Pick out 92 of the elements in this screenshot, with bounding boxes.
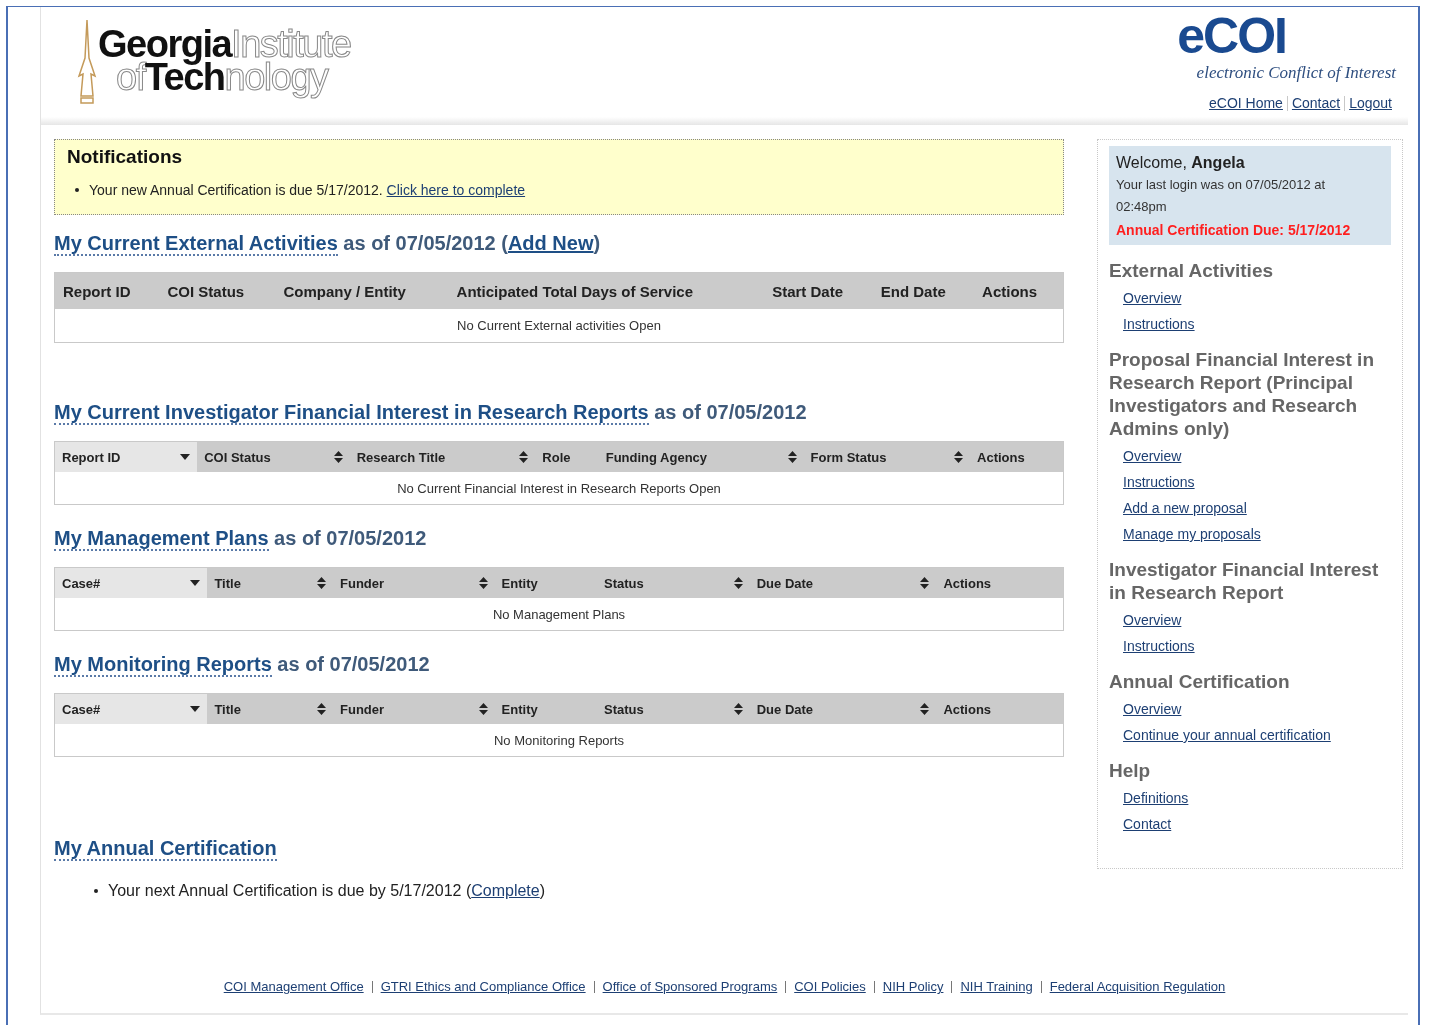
bullet-icon [94, 889, 98, 893]
sort-icon[interactable] [519, 451, 529, 463]
sidebar-heading: Annual Certification [1109, 670, 1290, 693]
sort-icon[interactable] [787, 451, 797, 463]
sidebar-link[interactable]: Add a new proposal [1123, 498, 1247, 518]
column-header: Entity [494, 693, 598, 724]
sort-icon[interactable] [920, 577, 930, 589]
welcome-text: Welcome, Angela [1116, 154, 1246, 172]
sidebar-link[interactable]: Manage my proposals [1123, 524, 1261, 544]
sidebar-link[interactable]: Overview [1123, 288, 1182, 308]
column-header[interactable]: COI Status [197, 441, 350, 472]
column-header: Company / Entity [275, 272, 449, 309]
column-header[interactable]: Funder [333, 693, 495, 724]
complete-link[interactable]: Complete [471, 882, 540, 899]
footer-link[interactable]: NIH Policy [873, 981, 952, 993]
sort-icon[interactable] [478, 703, 488, 715]
section-heading: My Management Plans as of 07/05/2012 [54, 527, 427, 550]
sidebar-heading: Proposal Financial Interest in Research Report (Principal Investigators and Research Admins only) [1109, 348, 1375, 440]
app-logo: eCOI [1177, 11, 1286, 61]
empty-message: No Current External activities Open [54, 309, 1064, 343]
last-login-text: Your last login was on 07/05/2012 at 02:48pm [1116, 176, 1327, 216]
dropdown-caret-icon[interactable] [190, 580, 201, 586]
footer-link[interactable]: COI Policies [785, 981, 874, 993]
column-header[interactable]: Funder [333, 567, 495, 598]
certification-due-text: Annual Certification Due: 5/17/2012 [1116, 222, 1352, 238]
footer-link[interactable]: GTRI Ethics and Compliance Office [371, 981, 594, 993]
sort-icon[interactable] [920, 703, 930, 715]
column-header: Anticipated Total Days of Service [448, 272, 765, 309]
footer-link[interactable]: COI Management Office [215, 981, 372, 993]
column-header[interactable]: Due Date [749, 567, 937, 598]
footer-link[interactable]: NIH Training [951, 981, 1041, 993]
column-header: COI Status [159, 272, 276, 309]
column-header[interactable]: Report ID [54, 441, 198, 472]
column-header[interactable]: Status [597, 693, 750, 724]
footer-link[interactable]: Federal Acquisition Regulation [1040, 981, 1234, 993]
column-header: Actions [974, 272, 1064, 309]
sidebar-heading: Investigator Financial Interest in Research Report [1109, 558, 1379, 604]
empty-message: No Management Plans [54, 598, 1064, 631]
sidebar-link[interactable]: Continue your annual certification [1123, 725, 1331, 745]
section-heading: My Annual Certification [54, 837, 277, 860]
column-header[interactable]: Due Date [749, 693, 937, 724]
sidebar-link[interactable]: Instructions [1123, 472, 1195, 492]
sidebar-link[interactable]: Definitions [1123, 788, 1189, 808]
header-link[interactable]: Logout [1344, 96, 1396, 111]
sort-icon[interactable] [733, 703, 743, 715]
sort-icon[interactable] [733, 577, 743, 589]
sidebar-link[interactable]: Overview [1123, 610, 1182, 630]
sidebar-heading: External Activities [1109, 259, 1274, 282]
empty-message: No Current Financial Interest in Research Reports Open [54, 472, 1064, 505]
column-header: Role [535, 441, 599, 472]
column-header[interactable]: Case# [54, 693, 208, 724]
sort-icon[interactable] [317, 703, 327, 715]
sort-icon[interactable] [333, 451, 343, 463]
column-header: Report ID [54, 272, 160, 309]
column-header[interactable]: Funding Agency [598, 441, 804, 472]
column-header[interactable]: Title [207, 693, 334, 724]
column-header: Entity [494, 567, 598, 598]
notification-text: Your new Annual Certification is due 5/17/2012. Click here to complete [89, 182, 526, 198]
sidebar-link[interactable]: Instructions [1123, 314, 1195, 334]
section-heading: My Current Investigator Financial Interest in Research Reports as of 07/05/2012 [54, 401, 807, 424]
dropdown-caret-icon[interactable] [180, 454, 191, 460]
sidebar-link[interactable]: Contact [1123, 814, 1172, 834]
notification-title: Notifications [67, 146, 184, 168]
dropdown-caret-icon[interactable] [190, 706, 201, 712]
header-link[interactable]: eCOI Home [1205, 96, 1287, 111]
column-header[interactable]: Case# [54, 567, 208, 598]
complete-link[interactable]: Click here to complete [386, 182, 526, 198]
column-header[interactable]: Title [207, 567, 334, 598]
sort-icon[interactable] [478, 577, 488, 589]
column-header[interactable]: Research Title [349, 441, 536, 472]
column-header: Actions [936, 693, 1064, 724]
empty-message: No Monitoring Reports [54, 724, 1064, 757]
column-header: Actions [970, 441, 1064, 472]
section-heading: My Current External Activities as of 07/05/2012 (Add New) [54, 232, 601, 255]
sort-icon[interactable] [954, 451, 964, 463]
sidebar-link[interactable]: Instructions [1123, 636, 1195, 656]
spire-icon [76, 18, 98, 104]
app-tagline: electronic Conflict of Interest [1196, 63, 1396, 83]
column-header[interactable]: Form Status [803, 441, 971, 472]
column-header[interactable]: Status [597, 567, 750, 598]
section-heading: My Monitoring Reports as of 07/05/2012 [54, 653, 430, 676]
sidebar-heading: Help [1109, 759, 1151, 782]
certification-text: Your next Annual Certification is due by 5/17/2012 (Complete) [108, 882, 545, 900]
sidebar-link[interactable]: Overview [1123, 699, 1182, 719]
column-header: Actions [936, 567, 1064, 598]
bullet-icon [75, 188, 79, 192]
sidebar-link[interactable]: Overview [1123, 446, 1182, 466]
footer-link[interactable]: Office of Sponsored Programs [593, 981, 786, 993]
column-header: End Date [872, 272, 975, 309]
column-header: Start Date [764, 272, 873, 309]
header-link[interactable]: Contact [1286, 96, 1345, 111]
sort-icon[interactable] [317, 577, 327, 589]
